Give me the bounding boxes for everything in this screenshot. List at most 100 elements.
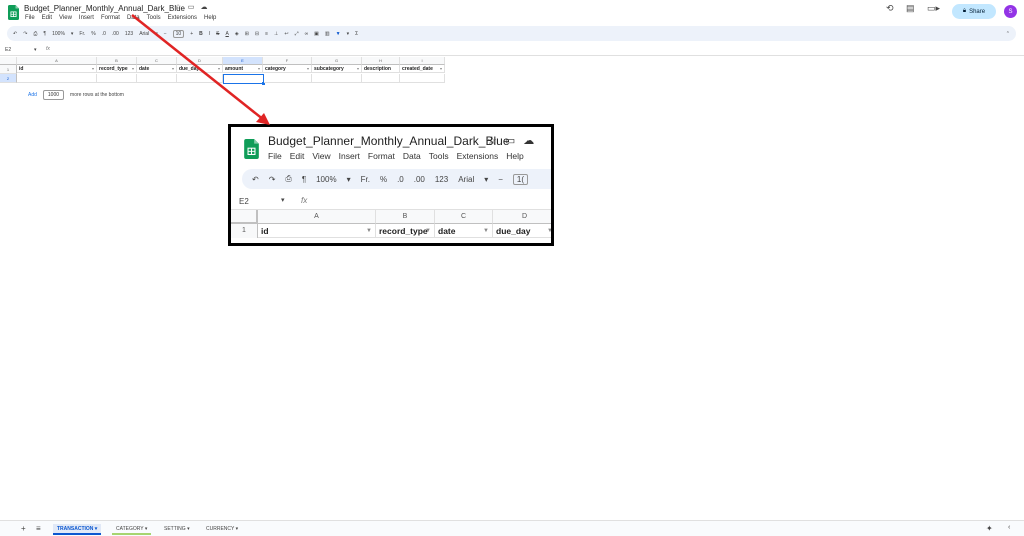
header-cell-record-type[interactable]: record_type ▾: [97, 65, 137, 73]
header-cell-category[interactable]: category ▾: [263, 65, 312, 73]
functions-button[interactable]: Σ: [355, 31, 358, 37]
menu-extensions[interactable]: Extensions: [168, 15, 197, 21]
paint-format-icon[interactable]: ¶: [43, 31, 46, 37]
explore-icon[interactable]: ✦: [986, 524, 993, 533]
chevron-down-icon[interactable]: ▾: [71, 31, 74, 37]
fill-color-icon[interactable]: ◈: [235, 31, 239, 37]
menu-view[interactable]: View: [59, 15, 72, 21]
filter-icon[interactable]: ▾: [92, 65, 94, 72]
font-size-input[interactable]: 10: [172, 29, 185, 38]
add-sheet-icon[interactable]: +: [21, 524, 26, 533]
italic-button[interactable]: I: [209, 31, 210, 37]
add-rows-count-input[interactable]: 1000: [42, 90, 65, 100]
cloud-saved-icon[interactable]: ☁: [200, 4, 208, 12]
menu-edit[interactable]: Edit: [42, 15, 52, 21]
tab-currency[interactable]: CURRENCY ▾: [202, 524, 242, 535]
document-title[interactable]: Budget_Planner_Monthly_Annual_Dark_Blue: [24, 4, 185, 13]
chevron-down-icon[interactable]: ▾: [155, 31, 158, 37]
column-header-d[interactable]: D: [177, 57, 223, 65]
cell-i2[interactable]: [400, 74, 445, 83]
column-header-i[interactable]: I: [400, 57, 445, 65]
chevron-down-icon[interactable]: ▾: [236, 526, 239, 532]
move-folder-icon[interactable]: ▭: [187, 4, 195, 12]
link-icon[interactable]: ∞: [305, 31, 309, 37]
cell-d2[interactable]: [177, 74, 223, 83]
cell-e2-selected[interactable]: [223, 74, 264, 84]
cell-h2[interactable]: [362, 74, 400, 83]
column-header-c[interactable]: C: [137, 57, 177, 65]
bold-button[interactable]: B: [199, 31, 203, 37]
filter-icon[interactable]: ▾: [132, 65, 134, 72]
increase-decimal-button[interactable]: .00: [112, 31, 119, 37]
history-icon[interactable]: ⟲: [886, 3, 894, 14]
filter-icon[interactable]: ▾: [172, 65, 174, 72]
more-formats-button[interactable]: 123: [125, 31, 133, 37]
filter-icon[interactable]: ▾: [258, 65, 260, 72]
comment-add-icon[interactable]: ▣: [314, 31, 319, 37]
percent-button[interactable]: %: [91, 31, 95, 37]
row-header-1[interactable]: 1: [0, 65, 17, 74]
align-icon[interactable]: ≡: [265, 31, 268, 37]
header-cell-description[interactable]: description: [362, 65, 400, 73]
menu-data[interactable]: Data: [127, 15, 140, 21]
filter-icon[interactable]: ▾: [440, 65, 442, 72]
name-box[interactable]: E2: [5, 47, 11, 53]
text-color-button[interactable]: A: [225, 31, 228, 37]
collapse-side-panel-icon[interactable]: ‹: [1008, 524, 1010, 531]
filter-icon[interactable]: ▼: [336, 31, 341, 37]
font-size-increase-button[interactable]: +: [190, 31, 193, 37]
chevron-down-icon[interactable]: ▾: [95, 526, 98, 532]
wrap-icon[interactable]: ↩: [284, 31, 288, 37]
cell-b2[interactable]: [97, 74, 137, 83]
column-header-b[interactable]: B: [97, 57, 137, 65]
chevron-down-icon[interactable]: ▾: [187, 526, 190, 532]
menu-tools[interactable]: Tools: [147, 15, 161, 21]
star-icon[interactable]: ☆: [174, 4, 182, 12]
comment-icon[interactable]: ▤: [906, 3, 915, 14]
cell-a2[interactable]: [17, 74, 97, 83]
menu-file[interactable]: File: [25, 15, 35, 21]
cell-f2[interactable]: [264, 74, 312, 83]
chevron-down-icon[interactable]: ▾: [347, 31, 350, 37]
add-rows-button[interactable]: Add: [28, 92, 37, 98]
currency-button[interactable]: Fr.: [79, 31, 85, 37]
header-cell-due-day[interactable]: due_day ▾: [177, 65, 223, 73]
all-sheets-icon[interactable]: ≡: [36, 524, 41, 533]
header-cell-date[interactable]: date ▾: [137, 65, 177, 73]
tab-category[interactable]: CATEGORY ▾: [112, 524, 152, 535]
chevron-down-icon[interactable]: ▾: [34, 47, 37, 53]
decrease-decimal-button[interactable]: .0: [102, 31, 106, 37]
filter-icon[interactable]: ▾: [307, 65, 309, 72]
header-cell-amount[interactable]: amount ▾: [223, 65, 263, 73]
font-size-decrease-button[interactable]: −: [164, 31, 167, 37]
chart-icon[interactable]: ▥: [325, 31, 330, 37]
zoom-select[interactable]: 100%: [52, 31, 65, 37]
meet-icon[interactable]: ▭▸: [927, 3, 940, 14]
valign-icon[interactable]: ⊥: [274, 31, 278, 37]
tab-setting[interactable]: SETTING ▾: [160, 524, 194, 535]
collapse-menus-icon[interactable]: ⌃: [1006, 31, 1010, 37]
redo-icon[interactable]: ↷: [23, 31, 27, 37]
cell-g2[interactable]: [312, 74, 362, 83]
row-header-2[interactable]: 2: [0, 74, 17, 83]
select-all-corner[interactable]: [0, 57, 17, 65]
sheets-logo-icon[interactable]: [8, 5, 19, 20]
share-button[interactable]: 🔒︎ Share: [952, 4, 996, 19]
column-header-a[interactable]: A: [17, 57, 97, 65]
chevron-down-icon[interactable]: ▾: [145, 526, 148, 532]
filter-icon[interactable]: ▾: [357, 65, 359, 72]
tab-transaction[interactable]: TRANSACTION ▾: [53, 524, 102, 535]
cell-c2[interactable]: [137, 74, 177, 83]
font-select[interactable]: Arial: [139, 31, 149, 37]
borders-icon[interactable]: ⊞: [245, 31, 249, 37]
undo-icon[interactable]: ↶: [13, 31, 17, 37]
merge-icon[interactable]: ⊟: [255, 31, 259, 37]
column-header-e[interactable]: E: [223, 57, 263, 65]
filter-icon[interactable]: ▾: [218, 65, 220, 72]
header-cell-subcategory[interactable]: subcategory ▾: [312, 65, 362, 73]
column-header-f[interactable]: F: [263, 57, 312, 65]
menu-format[interactable]: Format: [101, 15, 120, 21]
print-icon[interactable]: ⎙: [33, 31, 37, 37]
strikethrough-button[interactable]: S: [216, 31, 219, 37]
rotate-icon[interactable]: ⤢: [295, 31, 299, 37]
